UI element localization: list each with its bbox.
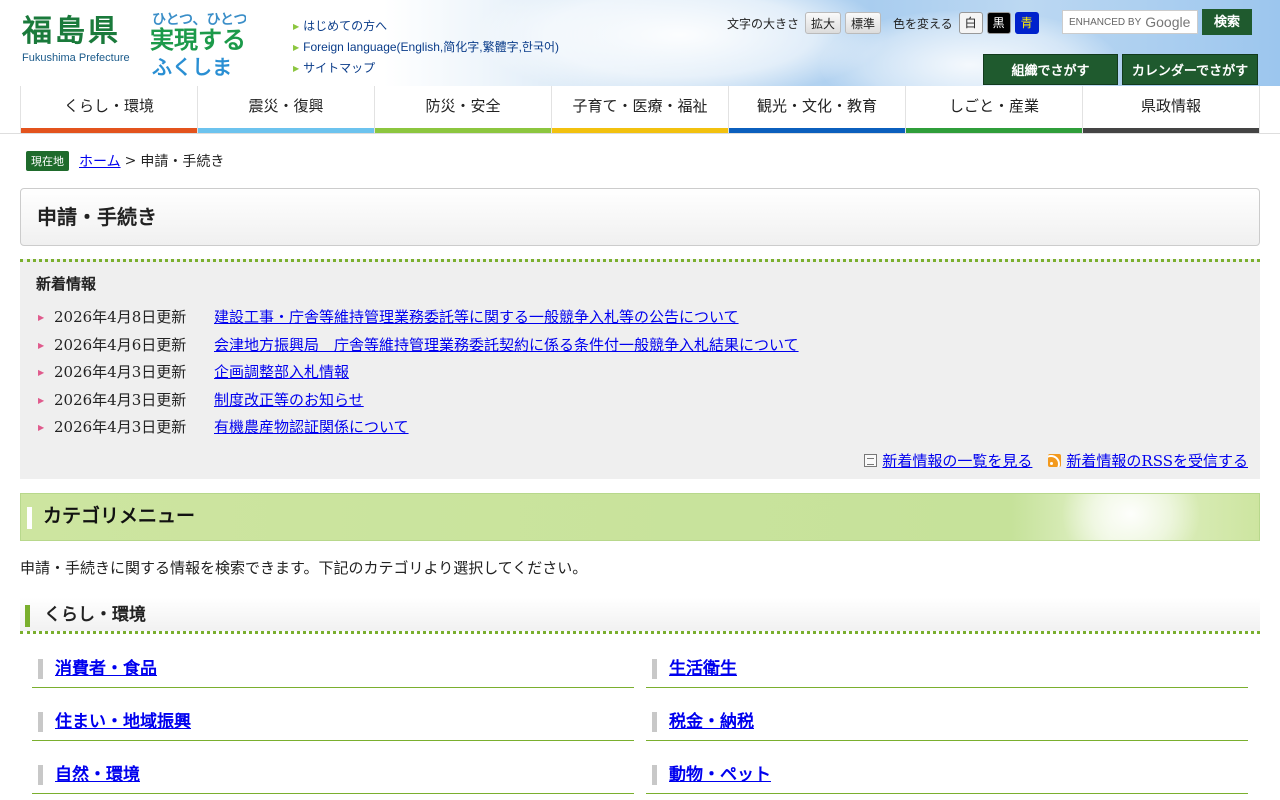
news-item: ▶ 2026年4月3日更新 制度改正等のお知らせ [38, 387, 799, 415]
site-header: 福島県 Fukushima Prefecture ひとつ、ひとつ、 実現する ふ… [0, 0, 1280, 86]
news-link[interactable]: 有機農産物認証関係について [214, 414, 409, 442]
font-enlarge-button[interactable]: 拡大 [805, 12, 842, 34]
color-scheme-control: 色を変える 白 黒 青 [893, 12, 1039, 34]
category-menu-title: カテゴリメニュー [43, 506, 196, 527]
breadcrumb-separator: > [124, 153, 137, 169]
nav-item-prefectural-info[interactable]: 県政情報 [1083, 86, 1260, 133]
category-item: 自然・環境 [32, 762, 634, 794]
news-item: ▶ 2026年4月3日更新 企画調整部入札情報 [38, 359, 799, 387]
news-link[interactable]: 建設工事・庁舎等維持管理業務委託等に関する一般競争入札等の公告について [214, 304, 739, 332]
site-search: ENHANCED BY Google 検索 [1062, 9, 1252, 35]
slogan-logo: ひとつ、ひとつ、 実現する ふくしま [150, 11, 246, 78]
nav-divider [0, 133, 1280, 134]
category-link-animals-pets[interactable]: 動物・ペット [669, 762, 771, 788]
org-search-button[interactable]: 組織でさがす [983, 54, 1118, 85]
bullet-triangle-icon: ▶ [38, 395, 45, 405]
nav-label: 震災・復興 [248, 98, 324, 115]
slogan-line1: ひとつ、ひとつ、 [152, 11, 246, 27]
nav-label: 防災・安全 [425, 98, 501, 115]
current-location-badge: 現在地 [26, 151, 69, 171]
list-icon [864, 454, 878, 467]
bullet-triangle-icon: ▶ [38, 340, 45, 350]
bullet-triangle-icon: ▶ [38, 313, 45, 322]
google-logo: Google [1145, 14, 1191, 30]
category-intro-text: 申請・手続きに関する情報を検索できます。下記のカテゴリより選択してください。 [20, 560, 588, 577]
nav-item-tourism-culture-education[interactable]: 観光・文化・教育 [729, 86, 906, 133]
category-link-consumer-food[interactable]: 消費者・食品 [55, 656, 157, 682]
nav-label: 子育て・医療・福祉 [572, 98, 708, 115]
news-date: 2026年4月3日更新 [54, 418, 187, 436]
utility-links: はじめての方へ Foreign language(English,简化字,繁體字… [293, 16, 559, 79]
news-date: 2026年4月3日更新 [54, 363, 187, 381]
news-date: 2026年4月3日更新 [54, 390, 187, 409]
news-rss-link[interactable]: 新着情報のRSSを受信する [1066, 450, 1248, 471]
slogan-line3: ふくしま [152, 56, 232, 78]
news-rss-link-group: 新着情報のRSSを受信する [1048, 450, 1248, 471]
page-title: 申請・手続き [37, 207, 157, 229]
breadcrumb-current: 申請・手続き [140, 154, 225, 170]
color-black-button[interactable]: 黒 [986, 12, 1011, 34]
calendar-search-button[interactable]: カレンダーでさがす [1122, 54, 1258, 85]
breadcrumb-home-link[interactable]: ホーム [79, 151, 121, 171]
color-white-button[interactable]: 白 [958, 12, 983, 34]
category-section-title: くらし・環境 [44, 605, 146, 624]
font-size-control: 文字の大きさ 拡大 標準 [727, 12, 882, 34]
logo-japanese: 福島県 [22, 15, 121, 48]
news-all-link[interactable]: 新着情報の一覧を見る [882, 450, 1032, 471]
news-date: 2026年4月6日更新 [54, 335, 187, 354]
news-section: 新着情報 ▶ 2026年4月8日更新 建設工事・庁舎等維持管理業務委託等に関する… [20, 259, 1260, 479]
news-link[interactable]: 企画調整部入札情報 [214, 359, 349, 387]
nav-item-childcare-medical-welfare[interactable]: 子育て・医療・福祉 [552, 86, 729, 133]
search-input[interactable]: ENHANCED BY Google [1062, 10, 1198, 34]
nav-item-disaster-safety[interactable]: 防災・安全 [375, 86, 552, 133]
nav-label: 県政情報 [1140, 98, 1201, 115]
breadcrumb: 現在地 ホーム > 申請・手続き [26, 151, 224, 171]
logo-english: Fukushima Prefecture [22, 52, 130, 64]
link-foreign-language[interactable]: Foreign language(English,简化字,繁體字,한국어) [293, 37, 559, 58]
news-link[interactable]: 会津地方振興局 庁舎等維持管理業務委託契約に係る条件付一般競争入札結果について [214, 332, 799, 360]
font-size-label: 文字の大きさ [727, 16, 800, 31]
news-date: 2026年4月8日更新 [54, 308, 187, 326]
rss-icon [1048, 454, 1062, 467]
news-list: ▶ 2026年4月8日更新 建設工事・庁舎等維持管理業務委託等に関する一般競争入… [38, 304, 799, 442]
search-enhanced-by: ENHANCED BY [1069, 16, 1142, 28]
nav-item-living-environment[interactable]: くらし・環境 [20, 86, 198, 133]
nav-item-work-industry[interactable]: しごと・産業 [906, 86, 1083, 133]
color-blue-button[interactable]: 青 [1014, 12, 1039, 34]
global-nav: くらし・環境 震災・復興 防災・安全 子育て・医療・福祉 観光・文化・教育 しご… [20, 86, 1260, 133]
category-link-tax[interactable]: 税金・納税 [669, 709, 754, 735]
category-link-nature-environment[interactable]: 自然・環境 [55, 762, 140, 788]
link-first-visit[interactable]: はじめての方へ [293, 16, 559, 37]
news-item: ▶ 2026年4月3日更新 有機農産物認証関係について [38, 414, 799, 442]
news-heading: 新着情報 [36, 276, 97, 293]
news-item: ▶ 2026年4月6日更新 会津地方振興局 庁舎等維持管理業務委託契約に係る条件… [38, 332, 799, 360]
news-item: ▶ 2026年4月8日更新 建設工事・庁舎等維持管理業務委託等に関する一般競争入… [38, 304, 799, 332]
font-standard-button[interactable]: 標準 [845, 12, 882, 34]
site-logo[interactable]: 福島県 Fukushima Prefecture [22, 14, 130, 64]
page-title-box: 申請・手続き [20, 188, 1260, 246]
category-section-header: くらし・環境 [20, 598, 1260, 634]
slogan-line2: 実現する [150, 26, 246, 54]
category-link-housing[interactable]: 住まい・地域振興 [55, 709, 191, 735]
search-button[interactable]: 検索 [1202, 9, 1252, 35]
category-item: 生活衛生 [646, 656, 1248, 688]
news-link[interactable]: 制度改正等のお知らせ [214, 387, 364, 415]
category-item: 動物・ペット [646, 762, 1248, 794]
category-menu-header: カテゴリメニュー [20, 493, 1260, 541]
nav-label: 観光・文化・教育 [756, 98, 877, 115]
nav-item-earthquake-recovery[interactable]: 震災・復興 [198, 86, 375, 133]
category-link-life-hygiene[interactable]: 生活衛生 [669, 656, 737, 682]
color-label: 色を変える [893, 16, 953, 31]
nav-label: くらし・環境 [63, 98, 154, 115]
bullet-triangle-icon: ▶ [38, 368, 45, 377]
category-item: 消費者・食品 [32, 656, 634, 688]
nav-label: しごと・産業 [948, 98, 1039, 115]
news-list-link-group: 新着情報の一覧を見る [864, 450, 1032, 471]
news-footer-links: 新着情報の一覧を見る 新着情報のRSSを受信する [864, 450, 1248, 471]
category-item: 住まい・地域振興 [32, 709, 634, 741]
header-quick-buttons: 組織でさがす カレンダーでさがす [983, 54, 1258, 85]
link-sitemap[interactable]: サイトマップ [293, 58, 559, 79]
bullet-triangle-icon: ▶ [38, 423, 45, 432]
category-item: 税金・納税 [646, 709, 1248, 741]
